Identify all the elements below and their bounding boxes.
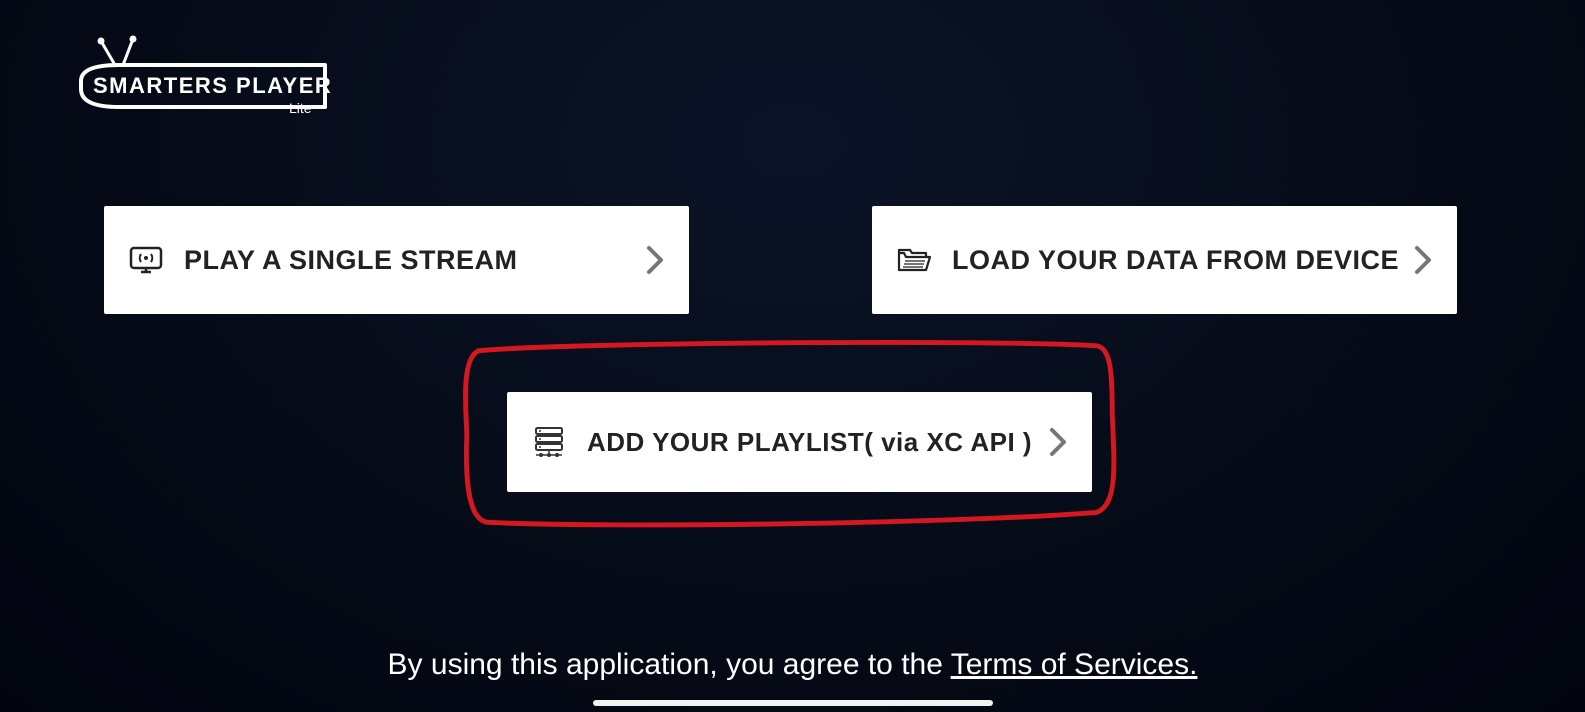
footer-agree-text: By using this application, you agree to … [388,648,951,681]
footer-agreement: By using this application, you agree to … [0,648,1585,682]
server-network-icon [529,422,569,462]
load-from-device-label: LOAD YOUR DATA FROM DEVICE [952,245,1409,276]
logo-main-text: SMARTERS PLAYER [93,73,332,98]
logo-sub-text: Lite [289,100,312,116]
terms-of-services-link[interactable]: Terms of Services. [951,648,1198,681]
chevron-right-icon [1409,240,1437,280]
app-logo: SMARTERS PLAYER Lite [75,35,335,125]
play-single-stream-button[interactable]: PLAY A SINGLE STREAM [104,206,689,314]
folder-open-icon [894,240,934,280]
home-indicator [593,700,993,706]
add-playlist-xc-api-label: ADD YOUR PLAYLIST( via XC API ) [587,427,1044,458]
chevron-right-icon [1044,422,1072,462]
play-single-stream-label: PLAY A SINGLE STREAM [184,245,641,276]
annotation-highlight: ADD YOUR PLAYLIST( via XC API ) [459,336,1126,532]
broadcast-monitor-icon [126,240,166,280]
add-playlist-xc-api-button[interactable]: ADD YOUR PLAYLIST( via XC API ) [507,392,1092,492]
load-from-device-button[interactable]: LOAD YOUR DATA FROM DEVICE [872,206,1457,314]
chevron-right-icon [641,240,669,280]
